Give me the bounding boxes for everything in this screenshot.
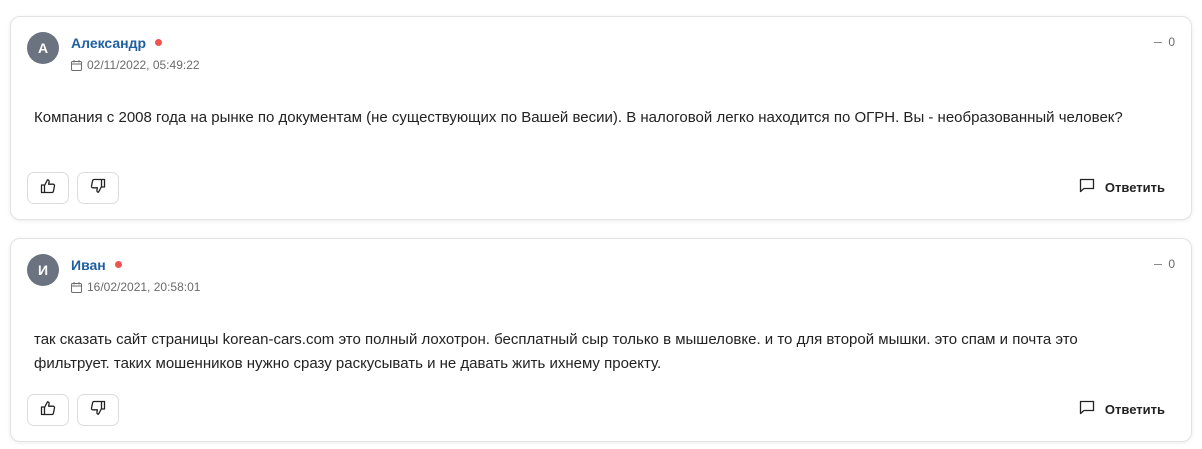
- comment-text: так сказать сайт страницы korean-cars.co…: [34, 331, 1078, 372]
- reply-button[interactable]: Ответить: [1079, 400, 1165, 418]
- avatar: И: [27, 254, 59, 286]
- minus-icon: [1154, 41, 1163, 43]
- thumbs-up-icon: [40, 178, 56, 199]
- comment-card: И Иван 16/02/2021, 20:58:01 0 так сказат…: [10, 238, 1192, 442]
- calendar-icon: [71, 281, 82, 293]
- author-name-text[interactable]: Иван: [71, 257, 106, 273]
- calendar-icon: [71, 59, 82, 71]
- date-text: 16/02/2021, 20:58:01: [87, 280, 201, 294]
- author-name[interactable]: Иван: [71, 257, 122, 273]
- comment-card: А Александр 02/11/2022, 05:49:22 0 Компа…: [10, 16, 1192, 220]
- date-text: 02/11/2022, 05:49:22: [87, 58, 200, 72]
- comment-text: Компания с 2008 года на рынке по докумен…: [34, 109, 1123, 126]
- author-name[interactable]: Александр: [71, 35, 163, 51]
- reply-button[interactable]: Ответить: [1079, 178, 1165, 196]
- like-button[interactable]: [27, 394, 69, 426]
- reply-label[interactable]: Ответить: [1105, 402, 1165, 417]
- comment-rating: 0: [1154, 35, 1175, 49]
- thumbs-down-icon: [90, 178, 106, 199]
- thumbs-up-icon: [40, 400, 56, 421]
- dislike-button[interactable]: [77, 394, 119, 426]
- comment-rating: 0: [1154, 257, 1175, 271]
- comment-icon: [1079, 178, 1095, 196]
- online-status-dot: [155, 39, 163, 46]
- reply-label[interactable]: Ответить: [1105, 180, 1165, 195]
- rating-value: 0: [1168, 35, 1175, 49]
- comment-icon: [1079, 400, 1095, 418]
- online-status-dot: [114, 261, 122, 268]
- like-button[interactable]: [27, 172, 69, 204]
- comment-date: 02/11/2022, 05:49:22: [71, 58, 200, 72]
- dislike-button[interactable]: [77, 172, 119, 204]
- comment-date: 16/02/2021, 20:58:01: [71, 280, 200, 294]
- comment-list: А Александр 02/11/2022, 05:49:22 0 Компа…: [0, 0, 1202, 449]
- avatar: А: [27, 32, 59, 64]
- minus-icon: [1154, 263, 1163, 265]
- thumbs-down-icon: [90, 400, 106, 421]
- author-name-text[interactable]: Александр: [71, 35, 146, 51]
- rating-value: 0: [1168, 257, 1175, 271]
